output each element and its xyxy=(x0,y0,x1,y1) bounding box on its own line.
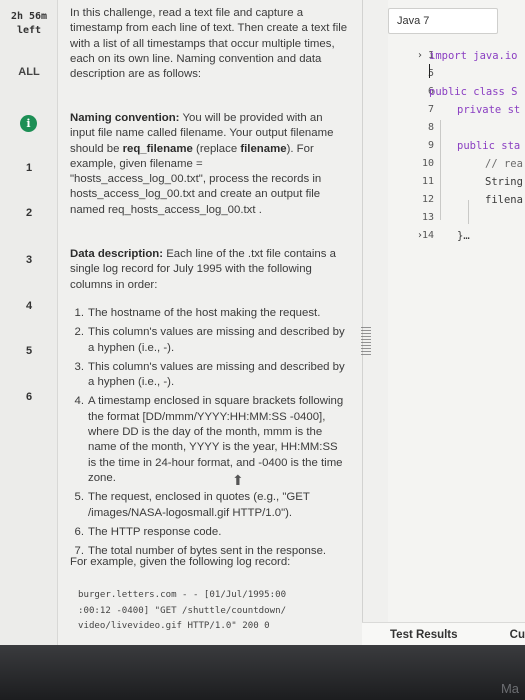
code-line-12: filena xyxy=(485,194,523,206)
list-item: 6. The HTTP response code. xyxy=(70,525,352,540)
nav-all-questions[interactable]: ALL xyxy=(0,66,58,78)
example-line-1: burger.letters.com - - [01/Jul/1995:00 xyxy=(78,590,287,600)
code-line-7: private st xyxy=(457,104,521,116)
intro-paragraph: In this challenge, read a text file and … xyxy=(70,7,348,81)
list-text: This column's values are missing and des… xyxy=(88,326,345,354)
list-item: 2. This column's values are missing and d… xyxy=(70,325,352,356)
example-line-3: video/livevideo.gif HTTP/1.0" 200 0 xyxy=(78,621,270,631)
list-item: 3. This column's values are missing and d… xyxy=(70,360,352,391)
list-text: The hostname of the host making the requ… xyxy=(88,307,321,319)
nav-question-1[interactable]: 1 xyxy=(0,162,58,174)
code-line-9: public sta xyxy=(457,140,521,152)
indent-guide xyxy=(468,200,469,224)
naming-text-2: (replace xyxy=(192,142,241,155)
timer-value: 2h 56m xyxy=(10,11,48,22)
code-editor[interactable]: Java 7 1 5 6 7 8 9 10 11 12 13 14 › › im… xyxy=(388,0,525,622)
nav-question-6[interactable]: 6 xyxy=(0,391,58,403)
line-number: 9 xyxy=(427,140,434,151)
laptop-bezel: Ma xyxy=(0,645,525,700)
nav-question-2[interactable]: 2 xyxy=(0,207,58,219)
example-log-record: burger.letters.com - - [01/Jul/1995:00 :… xyxy=(78,588,350,635)
tab-test-results[interactable]: Test Results xyxy=(390,629,458,641)
list-number: 3. xyxy=(74,360,85,373)
language-select[interactable]: Java 7 xyxy=(388,8,498,34)
question-nav: 2h 56m left ALL i 1 2 3 4 5 6 xyxy=(0,0,58,645)
fold-chevron-icon[interactable]: › xyxy=(418,50,422,61)
line-number: 11 xyxy=(421,176,434,187)
indent-guide xyxy=(440,120,441,220)
list-item: 1. The hostname of the host making the re… xyxy=(70,306,352,321)
list-item: 5. The request, enclosed in quotes (e.g.,… xyxy=(70,490,352,521)
fold-chevron-icon[interactable]: › xyxy=(418,230,422,241)
mouse-cursor-icon: ⬆ xyxy=(232,472,244,488)
test-results-bar: Test Results Cu xyxy=(362,622,525,645)
time-remaining: 2h 56m left xyxy=(4,10,54,38)
list-text: This column's values are missing and des… xyxy=(88,360,345,389)
code-line-14: }… xyxy=(457,230,470,242)
code-line-11: String xyxy=(485,176,523,188)
data-heading: Data description: xyxy=(70,248,164,260)
naming-filename: filename xyxy=(240,142,287,155)
example-line-2: :00:12 -0400] "GET /shuttle/countdown/ xyxy=(78,605,287,616)
pane-divider xyxy=(362,0,363,645)
list-text: A timestamp enclosed in square brackets … xyxy=(88,395,344,484)
naming-heading: Naming convention: xyxy=(70,112,180,124)
list-number: 1. xyxy=(74,307,85,319)
line-number: 10 xyxy=(421,158,434,169)
naming-convention-paragraph: Naming convention: You will be provided … xyxy=(70,111,340,218)
data-description-paragraph: Data description: Each line of the .txt … xyxy=(70,247,348,293)
code-line-1: import java.io xyxy=(429,50,518,62)
nav-question-4[interactable]: 4 xyxy=(0,300,58,312)
info-icon[interactable]: i xyxy=(20,115,37,132)
line-number: 7 xyxy=(427,104,434,115)
screen: 2h 56m left ALL i 1 2 3 4 5 6 In this ch… xyxy=(0,0,525,645)
list-number: 2. xyxy=(74,326,85,339)
line-number: 8 xyxy=(427,122,434,133)
line-number: 13 xyxy=(421,212,434,223)
list-text: The HTTP response code. xyxy=(88,525,222,538)
list-number: 5. xyxy=(74,491,85,504)
pane-resize-handle[interactable] xyxy=(361,327,371,357)
nav-question-5[interactable]: 5 xyxy=(0,345,58,357)
example-intro: For example, given the following log rec… xyxy=(70,556,291,568)
tab-custom-input[interactable]: Cu xyxy=(510,629,525,641)
code-line-10: // rea xyxy=(485,158,523,170)
list-number: 4. xyxy=(74,395,85,408)
line-number: 12 xyxy=(421,194,434,205)
code-line-6: public class S xyxy=(429,86,518,98)
list-number: 6. xyxy=(74,525,85,538)
nav-question-3[interactable]: 3 xyxy=(0,254,58,266)
list-item: 4. A timestamp enclosed in square bracket… xyxy=(70,394,352,486)
list-text: The request, enclosed in quotes (e.g., "… xyxy=(88,491,310,519)
naming-req: req_filename xyxy=(122,142,193,155)
bezel-brand: Ma xyxy=(500,681,519,696)
columns-list: 1. The hostname of the host making the re… xyxy=(70,306,352,563)
timer-suffix: left xyxy=(16,25,42,36)
line-number: 14 xyxy=(421,230,434,241)
text-cursor xyxy=(429,64,430,78)
